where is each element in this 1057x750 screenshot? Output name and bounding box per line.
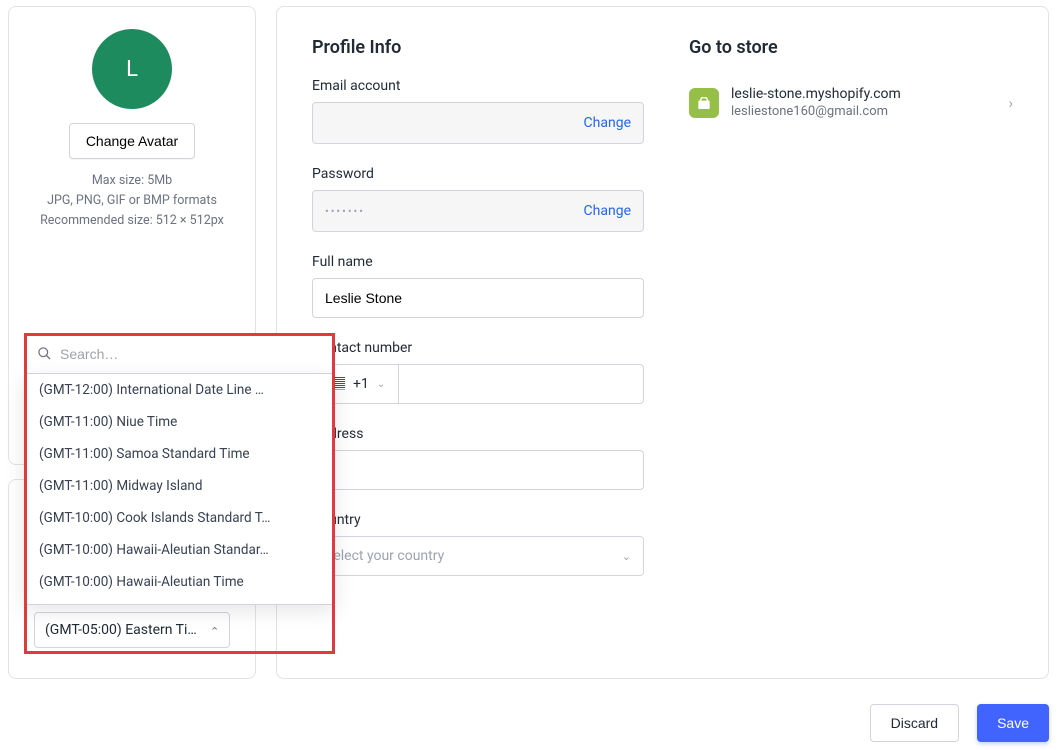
timezone-option[interactable]: (GMT-11:00) Niue Time [25,406,334,438]
country-placeholder: Select your country [325,548,622,564]
timezone-option[interactable]: (GMT-10:00) Cook Islands Standard T… [25,502,334,534]
timezone-dropdown: (GMT-12:00) International Date Line … (G… [24,333,335,605]
store-heading: Go to store [689,37,1013,58]
timezone-search-input[interactable] [60,346,322,362]
avatar-initial: L [126,57,138,82]
address-input[interactable] [312,450,644,490]
timezone-selected-label: (GMT-05:00) Eastern Ti… [45,622,210,638]
store-domain: leslie-stone.myshopify.com [731,86,996,102]
chevron-down-icon: ⌄ [622,550,631,563]
profile-info-column: Profile Info Email account Change Passwo… [312,37,644,678]
store-column: Go to store leslie-stone.myshopify.com l… [689,37,1013,678]
hint-size: Recommended size: 512 × 512px [21,211,243,231]
country-select[interactable]: Select your country ⌄ [312,536,644,576]
timezone-option[interactable]: (GMT-10:00) Hawaii-Aleutian Time [25,566,334,598]
address-label: Address [312,426,644,442]
hint-formats: JPG, PNG, GIF or BMP formats [21,191,243,211]
password-readonly: ••••••• Change [312,190,644,232]
phone-prefix-label: +1 [353,376,369,392]
hint-maxsize: Max size: 5Mb [21,171,243,191]
search-icon [37,346,52,361]
fullname-input[interactable] [312,278,644,318]
password-change-link[interactable]: Change [584,203,631,219]
save-button[interactable]: Save [977,704,1049,742]
email-readonly: Change [312,102,644,144]
timezone-option[interactable]: (GMT-12:00) International Date Line … [25,374,334,406]
profile-card: Profile Info Email account Change Passwo… [276,6,1049,679]
contact-label: Contact number [312,340,644,356]
chevron-right-icon: › [1008,94,1013,112]
timezone-select[interactable]: (GMT-05:00) Eastern Ti… ⌄ [34,612,230,648]
password-dots: ••••••• [325,205,584,218]
timezone-option-list[interactable]: (GMT-12:00) International Date Line … (G… [24,373,335,605]
chevron-up-icon: ⌄ [210,624,219,637]
footer-actions: Discard Save [870,704,1049,742]
shopify-bag-icon [689,88,719,118]
avatar-hints: Max size: 5Mb JPG, PNG, GIF or BMP forma… [21,171,243,231]
store-link[interactable]: leslie-stone.myshopify.com lesliestone16… [689,78,1013,127]
timezone-option[interactable]: (GMT-10:00) Hawaii-Aleutian Standar… [25,534,334,566]
fullname-label: Full name [312,254,644,270]
email-change-link[interactable]: Change [584,115,631,131]
profile-heading: Profile Info [312,37,644,58]
phone-number-input[interactable] [398,364,644,404]
change-avatar-button[interactable]: Change Avatar [69,123,195,159]
store-email: lesliestone160@gmail.com [731,104,996,119]
timezone-search-row [24,333,335,373]
discard-button[interactable]: Discard [870,704,959,742]
chevron-down-icon: ⌄ [377,379,385,390]
country-label: Country [312,512,644,528]
timezone-option[interactable]: (GMT-11:00) Midway Island [25,470,334,502]
password-label: Password [312,166,644,182]
timezone-option[interactable]: (GMT-11:00) Samoa Standard Time [25,438,334,470]
timezone-option[interactable]: (GMT-10:00) Tahiti Time [25,598,334,605]
avatar: L [92,29,172,109]
email-label: Email account [312,78,644,94]
